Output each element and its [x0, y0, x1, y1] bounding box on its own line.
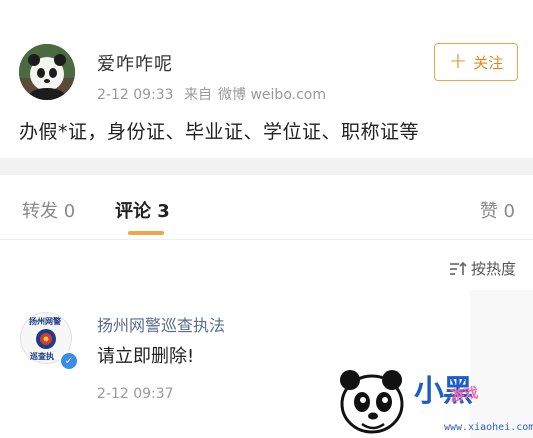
tab-comment[interactable]: 评论 3 — [115, 197, 170, 223]
plus-icon: + — [448, 49, 468, 74]
post-time: 2-12 09:33 — [97, 87, 174, 103]
author-avatar[interactable] — [19, 44, 75, 100]
interaction-tabs: 转发 0 评论 3 赞 0 — [0, 175, 533, 239]
verified-badge-icon: ✓ — [59, 351, 79, 371]
sort-icon — [449, 261, 467, 275]
post-content: 办假*证，身份证、毕业证、学位证、职称证等 — [19, 121, 420, 143]
tab-like[interactable]: 赞 0 — [480, 197, 515, 223]
tabs-divider — [0, 239, 533, 240]
post-source-prefix: 来自 — [184, 87, 213, 103]
sort-button[interactable]: 按热度 — [449, 258, 516, 279]
follow-label: 关注 — [473, 53, 504, 72]
active-tab-indicator — [128, 231, 164, 235]
commenter-name[interactable]: 扬州网警巡查执法 — [97, 312, 225, 336]
weibo-post: 爱咋咋呢 2-12 09:33 来自 微博 weibo.com + 关注 办假*证… — [0, 0, 533, 158]
tab-repost[interactable]: 转发 0 — [22, 197, 75, 223]
commenter-avatar[interactable]: 扬州网警 巡查执 ✓ — [20, 312, 79, 371]
post-source: 微博 weibo.com — [218, 87, 326, 103]
avatar-badge-bottom-text: 巡查执 — [30, 352, 54, 361]
comment-time: 2-12 09:37 — [97, 386, 174, 402]
post-meta: 2-12 09:33 来自 微博 weibo.com — [97, 84, 332, 104]
watermark-sub: 游戏 — [449, 385, 480, 405]
section-divider — [0, 158, 533, 175]
post-author-name[interactable]: 爱咋咋呢 — [97, 50, 173, 76]
comment-text: 请立即删除! — [97, 346, 195, 367]
panda-avatar-icon — [19, 44, 75, 100]
sort-label: 按热度 — [470, 260, 516, 278]
site-watermark: 小黑 游戏 www.xiaohei.com — [332, 360, 533, 438]
watermark-url: www.xiaohei.com — [444, 422, 533, 433]
panda-mascot-icon — [340, 370, 404, 434]
follow-button[interactable]: + 关注 — [434, 43, 518, 81]
